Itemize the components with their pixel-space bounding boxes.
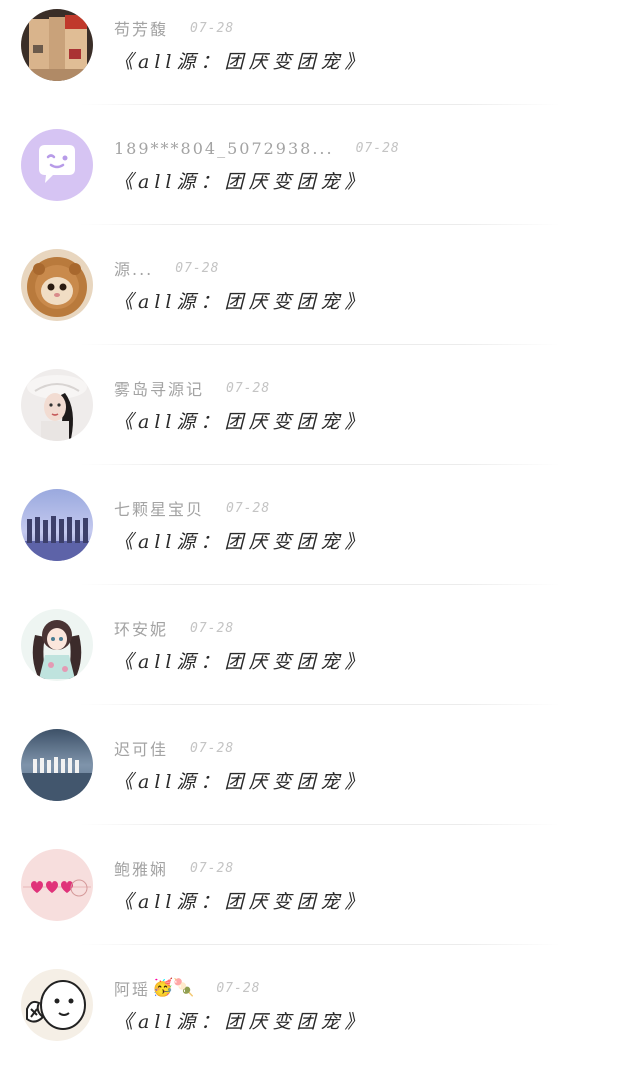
comment-text: 《all源：团厌变团宠》 xyxy=(114,651,369,673)
lion-cat-avatar[interactable] xyxy=(21,249,93,321)
comment-meta: 源... 07-28 xyxy=(114,257,219,279)
comment-meta: 苟芳馥 07-28 xyxy=(114,17,234,39)
girl-with-hat-avatar[interactable] xyxy=(21,369,93,441)
comment-item[interactable]: 鲍雅娴 07-28 《all源：团厌变团宠》 xyxy=(0,840,640,960)
divider xyxy=(80,704,560,705)
divider xyxy=(80,464,560,465)
comment-date: 07-28 xyxy=(355,140,400,156)
comment-date: 07-28 xyxy=(226,380,271,396)
comment-meta: 环安妮 07-28 xyxy=(114,617,234,639)
divider xyxy=(80,584,560,585)
comment-text: 《all源：团厌变团宠》 xyxy=(114,891,369,913)
comment-date: 07-28 xyxy=(190,620,235,636)
party-face-and-dango-emoji-icon: 🥳🍡 xyxy=(152,978,195,998)
comment-date: 07-28 xyxy=(190,740,235,756)
cartoon-doodle-avatar[interactable] xyxy=(21,969,93,1041)
username[interactable]: 雾岛寻源记 xyxy=(114,376,204,400)
comment-list: 苟芳馥 07-28 《all源：团厌变团宠》 189***804_5072938… xyxy=(0,0,640,1080)
comment-item[interactable]: 迟可佳 07-28 《all源：团厌变团宠》 xyxy=(0,720,640,840)
comment-text: 《all源：团厌变团宠》 xyxy=(114,171,369,193)
comment-text: 《all源：团厌变团宠》 xyxy=(114,291,369,313)
comment-text: 《all源：团厌变团宠》 xyxy=(114,1011,369,1033)
divider xyxy=(80,824,560,825)
comment-date: 07-28 xyxy=(190,20,235,36)
username[interactable]: 迟可佳 xyxy=(114,736,168,760)
username[interactable]: 阿瑶 xyxy=(114,976,150,1000)
username[interactable]: 189***804_5072938... xyxy=(114,139,334,158)
username[interactable]: 环安妮 xyxy=(114,616,168,640)
comment-date: 07-28 xyxy=(175,260,220,276)
comment-item[interactable]: 雾岛寻源记 07-28 《all源：团厌变团宠》 xyxy=(0,360,640,480)
comment-meta: 鲍雅娴 07-28 xyxy=(114,857,234,879)
divider xyxy=(80,944,560,945)
comment-item[interactable]: 环安妮 07-28 《all源：团厌变团宠》 xyxy=(0,600,640,720)
comment-item[interactable]: 189***804_5072938... 07-28 《all源：团厌变团宠》 xyxy=(0,120,640,240)
comment-text: 《all源：团厌变团宠》 xyxy=(114,411,369,433)
divider xyxy=(80,224,560,225)
pink-hearts-avatar[interactable] xyxy=(21,849,93,921)
comment-date: 07-28 xyxy=(216,980,261,996)
divider xyxy=(80,104,560,105)
comment-date: 07-28 xyxy=(226,500,271,516)
comment-meta: 雾岛寻源记 07-28 xyxy=(114,377,270,399)
group-on-stage-avatar[interactable] xyxy=(21,489,93,561)
comment-text: 《all源：团厌变团宠》 xyxy=(114,531,369,553)
comment-item[interactable]: 阿瑶 🥳🍡 07-28 《all源：团厌变团宠》 xyxy=(0,960,640,1080)
comment-text: 《all源：团厌变团宠》 xyxy=(114,771,369,793)
comment-meta: 189***804_5072938... 07-28 xyxy=(114,137,400,159)
wink-chat-bubble-avatar[interactable] xyxy=(21,129,93,201)
comment-date: 07-28 xyxy=(190,860,235,876)
comment-meta: 阿瑶 🥳🍡 07-28 xyxy=(114,977,261,999)
comment-item[interactable]: 源... 07-28 《all源：团厌变团宠》 xyxy=(0,240,640,360)
divider xyxy=(80,344,560,345)
anime-girl-avatar[interactable] xyxy=(21,609,93,681)
comment-item[interactable]: 苟芳馥 07-28 《all源：团厌变团宠》 xyxy=(0,0,640,120)
comment-meta: 迟可佳 07-28 xyxy=(114,737,234,759)
comment-item[interactable]: 七颗星宝贝 07-28 《all源：团厌变团宠》 xyxy=(0,480,640,600)
comment-meta: 七颗星宝贝 07-28 xyxy=(114,497,270,519)
username[interactable]: 苟芳馥 xyxy=(114,16,168,40)
username[interactable]: 七颗星宝贝 xyxy=(114,496,204,520)
group-on-beach-avatar[interactable] xyxy=(21,729,93,801)
username[interactable]: 鲍雅娴 xyxy=(114,856,168,880)
username[interactable]: 源... xyxy=(114,256,153,280)
comment-text: 《all源：团厌变团宠》 xyxy=(114,51,369,73)
books-avatar[interactable] xyxy=(21,9,93,81)
